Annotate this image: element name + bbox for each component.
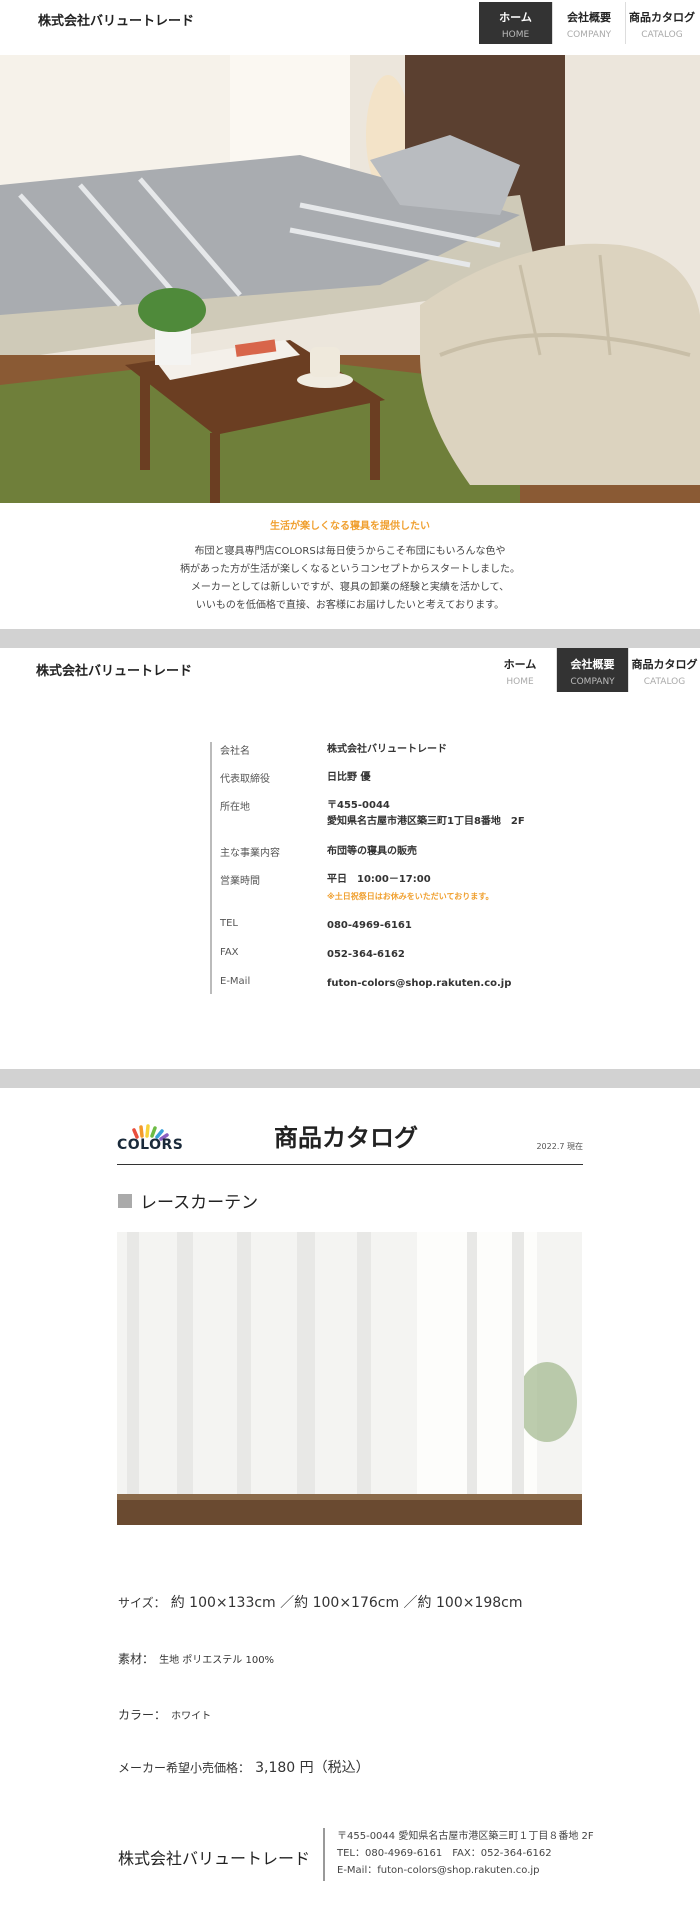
row-label: 主な事業内容 [220, 848, 280, 859]
hero-illustration [0, 55, 700, 503]
nav-catalog[interactable]: 商品カタログ CATALOG [625, 2, 698, 44]
intro-line: 布団と寝具専門店COLORSは毎日使うからこそ布団にもいろんな色や [194, 546, 506, 557]
catalog-header: COLORS 商品カタログ 2022.7 現在 [117, 1110, 583, 1165]
row-label: 所在地 [220, 802, 250, 813]
nav-catalog-sublabel: CATALOG [643, 677, 686, 687]
nav-catalog-label: 商品カタログ [631, 658, 698, 671]
section-divider [0, 1069, 700, 1088]
main-nav: ホーム HOME 会社概要 COMPANY 商品カタログ CATALOG [484, 648, 700, 692]
hero-bedroom-image [0, 55, 700, 503]
company-row: 会社名 株式会社バリュートレード [212, 742, 540, 770]
lace-curtain-image [117, 1232, 582, 1525]
material-value: 生地 ポリエステル 100% [159, 1655, 275, 1666]
row-value: 布団等の寝具の販売 [327, 846, 417, 857]
row-label: TEL [220, 918, 238, 929]
nav-home[interactable]: ホーム HOME [479, 2, 552, 44]
postal-code: 〒455-0044 [327, 800, 390, 811]
nav-home-label: ホーム [503, 658, 537, 671]
spec-color: カラー： ホワイト [118, 1704, 211, 1723]
footer-email[interactable]: E-Mail：futon-colors@shop.rakuten.co.jp [337, 1862, 594, 1879]
nav-home-sublabel: HOME [506, 677, 534, 687]
size-label: サイズ： [118, 1596, 166, 1610]
nav-company-sublabel: COMPANY [570, 677, 615, 687]
catalog-title: 商品カタログ [274, 1124, 418, 1152]
colors-logo-text: COLORS [117, 1137, 184, 1153]
color-label: カラー： [118, 1708, 167, 1722]
product-name-text: レースカーテン [140, 1193, 259, 1213]
address: 愛知県名古屋市港区築三町1丁目8番地 2F [327, 816, 525, 827]
email-link[interactable]: futon-colors@shop.rakuten.co.jp [327, 976, 511, 994]
catalog-date: 2022.7 現在 [536, 1142, 583, 1151]
company-logo-text[interactable]: 株式会社バリュートレード [36, 660, 192, 679]
row-value: 株式会社バリュートレード [327, 744, 447, 755]
row-value: 平日 10:00－17:00 ※土日祝祭日はお休みをいただいております。 [327, 872, 494, 918]
price-value: 3,180 円（税込） [255, 1760, 370, 1776]
main-nav: ホーム HOME 会社概要 COMPANY 商品カタログ CATALOG [479, 2, 698, 44]
company-info-table: 会社名 株式会社バリュートレード 代表取締役 日比野 優 所在地 〒455-00… [210, 742, 540, 994]
nav-catalog[interactable]: 商品カタログ CATALOG [628, 648, 700, 692]
footer-phone: TEL：080-4969-6161 FAX：052-364-6162 [337, 1848, 552, 1859]
row-label: 会社名 [220, 746, 250, 757]
color-value: ホワイト [171, 1711, 212, 1722]
company-row: TEL 080-4969-6161 [212, 918, 540, 947]
footer-contact-info: 〒455-0044 愛知県名古屋市港区築三町１丁目８番地 2F TEL：080-… [323, 1828, 594, 1881]
company-row: 所在地 〒455-0044 愛知県名古屋市港区築三町1丁目8番地 2F [212, 798, 540, 844]
row-value: 〒455-0044 愛知県名古屋市港区築三町1丁目8番地 2F [327, 798, 525, 844]
intro-line: いいものを低価格で直接、お客様にお届けしたいと考えております。 [195, 600, 505, 611]
nav-catalog-label: 商品カタログ [629, 11, 695, 24]
hero-intro: 布団と寝具専門店COLORSは毎日使うからこそ布団にもいろんな色や 柄があった方… [0, 543, 700, 615]
phone-value[interactable]: 080-4969-6161 [327, 918, 412, 947]
site-header: 株式会社バリュートレード ホーム HOME 会社概要 COMPANY 商品カタロ… [0, 0, 700, 54]
site-header-company: 株式会社バリュートレード ホーム HOME 会社概要 COMPANY 商品カタロ… [0, 648, 700, 692]
row-label: E-Mail [220, 976, 251, 987]
size-value: 約 100×133cm ／約 100×176cm ／約 100×198cm [170, 1595, 523, 1611]
material-label: 素材： [118, 1652, 155, 1666]
spec-material: 素材： 生地 ポリエステル 100% [118, 1648, 274, 1667]
footer-address: 〒455-0044 愛知県名古屋市港区築三町１丁目８番地 2F [337, 1831, 594, 1842]
hero-tagline: 生活が楽しくなる寝具を提供したい [270, 521, 430, 532]
intro-line: 柄があった方が生活が楽しくなるというコンセプトからスタートしました。 [180, 564, 520, 575]
nav-home-sublabel: HOME [501, 30, 530, 40]
product-name: レースカーテン [118, 1188, 258, 1213]
nav-company-label: 会社概要 [570, 658, 615, 671]
spec-size: サイズ： 約 100×133cm ／約 100×176cm ／約 100×198… [118, 1592, 523, 1612]
company-row: 主な事業内容 布団等の寝具の販売 [212, 844, 540, 872]
row-value: 日比野 優 [327, 772, 371, 783]
company-row: E-Mail futon-colors@shop.rakuten.co.jp [212, 976, 540, 994]
holiday-note: ※土日祝祭日はお休みをいただいております。 [327, 892, 494, 901]
nav-company-sublabel: COMPANY [566, 30, 612, 40]
row-label: 代表取締役 [220, 774, 270, 785]
row-label: 営業時間 [220, 876, 260, 887]
company-row: 代表取締役 日比野 優 [212, 770, 540, 798]
spec-price: メーカー希望小売価格： 3,180 円（税込） [118, 1757, 370, 1777]
nav-company[interactable]: 会社概要 COMPANY [552, 2, 625, 44]
square-bullet-icon [118, 1193, 132, 1208]
company-row: 営業時間 平日 10:00－17:00 ※土日祝祭日はお休みをいただいております… [212, 872, 540, 918]
price-label: メーカー希望小売価格： [118, 1761, 251, 1775]
company-logo-text[interactable]: 株式会社バリュートレード [38, 10, 194, 29]
section-divider [0, 629, 700, 648]
nav-catalog-sublabel: CATALOG [641, 30, 683, 40]
nav-company[interactable]: 会社概要 COMPANY [556, 648, 628, 692]
nav-home-label: ホーム [499, 11, 532, 24]
nav-home[interactable]: ホーム HOME [484, 648, 556, 692]
nav-company-label: 会社概要 [567, 11, 611, 24]
intro-line: メーカーとしては新しいですが、寝具の卸業の経験と実績を活かして、 [190, 582, 510, 593]
footer-company-name: 株式会社バリュートレード [118, 1849, 311, 1868]
company-row: FAX 052-364-6162 [212, 947, 540, 976]
row-label: FAX [220, 947, 239, 958]
fax-value: 052-364-6162 [327, 949, 405, 960]
business-hours: 平日 10:00－17:00 [327, 874, 431, 885]
curtain-illustration [117, 1232, 582, 1525]
